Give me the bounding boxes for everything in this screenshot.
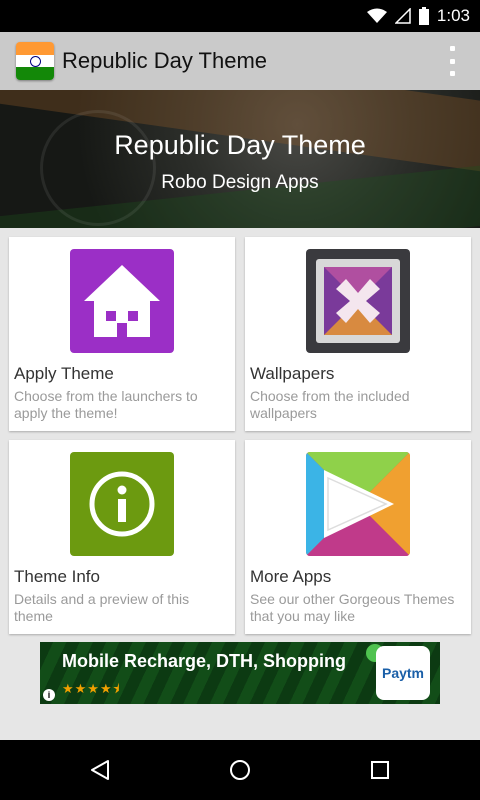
ad-rating: ★★★★⯨	[62, 681, 121, 696]
hero-title: Republic Day Theme	[114, 130, 366, 160]
clock: 1:03	[436, 6, 470, 25]
card-title: Wallpapers	[250, 364, 335, 383]
ad-title: Mobile Recharge, DTH, Shopping	[62, 651, 347, 671]
play-store-icon	[306, 452, 410, 556]
card-description: Choose from the included wallpapers	[250, 388, 410, 421]
navigation-bar	[0, 740, 480, 800]
hero-subtitle: Robo Design Apps	[161, 172, 319, 193]
wallpapers-card[interactable]: Wallpapers Choose from the included wall…	[245, 237, 471, 431]
card-description: Details and a preview of this theme	[14, 591, 190, 624]
more-apps-card[interactable]: More Apps See our other Gorgeous Themes …	[245, 440, 471, 634]
info-icon	[70, 452, 174, 556]
paytm-logo: Paytm	[376, 646, 430, 700]
home-nav-icon[interactable]	[210, 740, 270, 800]
card-title: More Apps	[250, 567, 332, 586]
ad-banner[interactable]: Mobile Recharge, DTH, Shopping ★★★★⯨ Pay…	[40, 642, 440, 704]
card-title: Theme Info	[14, 567, 100, 586]
signal-icon	[394, 8, 411, 24]
india-flag-icon[interactable]	[16, 42, 54, 80]
action-bar: Republic Day Theme	[0, 32, 480, 90]
home-icon	[70, 249, 174, 353]
recents-icon[interactable]	[350, 740, 410, 800]
battery-icon	[418, 7, 429, 25]
apply-theme-card[interactable]: Apply Theme Choose from the launchers to…	[9, 237, 235, 431]
back-icon[interactable]	[70, 740, 130, 800]
card-description: Choose from the launchers to apply the t…	[14, 388, 198, 421]
card-title: Apply Theme	[14, 364, 114, 383]
wallpaper-icon	[306, 249, 410, 353]
ad-info-icon[interactable]: i	[43, 689, 55, 701]
theme-info-card[interactable]: Theme Info Details and a preview of this…	[9, 440, 235, 634]
wifi-icon	[366, 8, 387, 23]
hero-banner: Republic Day Theme Robo Design Apps	[0, 90, 480, 228]
overflow-menu-icon[interactable]	[446, 46, 458, 76]
card-description: See our other Gorgeous Themes that you m…	[250, 591, 455, 624]
status-bar: 1:03	[0, 0, 480, 32]
action-bar-title: Republic Day Theme	[62, 48, 268, 73]
